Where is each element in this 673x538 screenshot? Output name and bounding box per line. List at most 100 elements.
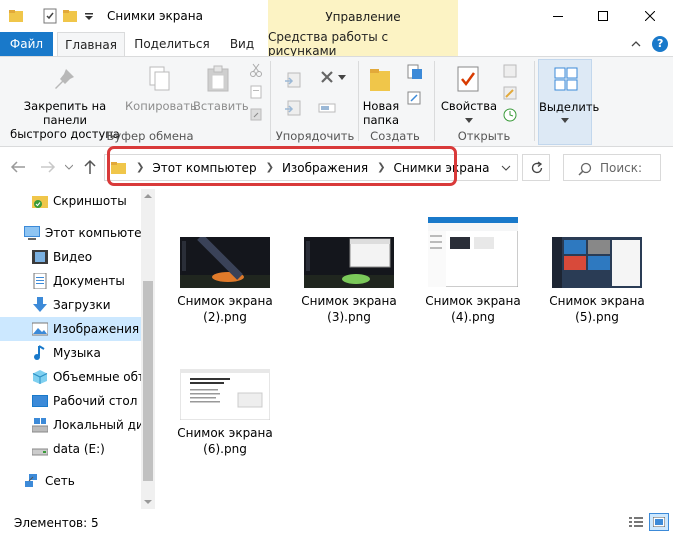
crumb-this-pc[interactable]: Этот компьютер	[152, 161, 256, 175]
title-bar: Снимки экрана Управление	[0, 0, 673, 32]
paste-button[interactable]: Вставить	[193, 99, 249, 113]
details-view-icon[interactable]	[628, 515, 644, 529]
file-name-line2: (4).png	[451, 310, 495, 324]
nav-item-data-drive[interactable]: data (E:)	[0, 437, 141, 461]
file-name-line1: Снимок экрана	[177, 294, 273, 308]
tab-picture-tools[interactable]: Средства работы с рисунками	[268, 30, 458, 58]
file-name: Снимок экрана (6).png	[165, 425, 285, 457]
nav-label: Рабочий стол	[53, 394, 138, 408]
customize-toolbar-icon[interactable]	[84, 8, 94, 24]
documents-icon	[33, 273, 47, 289]
history-icon[interactable]	[502, 107, 518, 123]
thumbnail-image	[304, 237, 394, 288]
local-disk-icon	[32, 418, 48, 433]
up-icon[interactable]	[83, 159, 97, 175]
nav-item-video[interactable]: Видео	[0, 245, 141, 269]
forward-icon[interactable]	[40, 160, 56, 174]
file-name-line2: (5).png	[575, 310, 619, 324]
nav-item-documents[interactable]: Документы	[0, 269, 141, 293]
move-to-icon[interactable]	[284, 71, 302, 89]
nav-scrollbar[interactable]	[141, 189, 155, 509]
file-item[interactable]: Снимок экрана (6).png	[165, 369, 285, 459]
manage-label: Управление	[325, 10, 401, 24]
search-input[interactable]: Поиск:	[563, 154, 661, 181]
cut-icon[interactable]	[249, 63, 263, 77]
folder-icon	[111, 161, 126, 174]
recent-locations-icon[interactable]	[65, 164, 73, 170]
file-list: Снимок экрана (2).png Снимок экрана (3).…	[155, 189, 673, 509]
nav-item-screenshots[interactable]: Скриншоты	[0, 189, 141, 213]
new-folder-icon	[370, 69, 390, 91]
nav-item-pictures[interactable]: Изображения	[0, 317, 141, 341]
ribbon-tabs: Файл Главная Поделиться Вид Средства раб…	[0, 30, 673, 58]
address-bar[interactable]: ❯ Этот компьютер ❯ Изображения ❯ Снимки …	[104, 154, 518, 181]
chevron-right-icon[interactable]: ❯	[136, 162, 144, 173]
file-item[interactable]: Снимок экрана (3).png	[289, 237, 409, 327]
rename-icon[interactable]	[318, 99, 336, 117]
pictures-icon	[32, 322, 48, 336]
select-button[interactable]: Выделить	[538, 59, 599, 145]
nav-item-music[interactable]: Музыка	[0, 341, 141, 365]
pin-label-line1: Закрепить на панели	[23, 99, 107, 127]
easy-access-icon[interactable]	[405, 89, 423, 107]
properties-quick-icon[interactable]	[42, 8, 58, 24]
close-icon	[645, 11, 655, 21]
help-icon: ?	[657, 37, 664, 50]
edit-icon[interactable]	[502, 85, 518, 101]
nav-label: Локальный дис	[53, 418, 141, 432]
nav-item-network[interactable]: Сеть	[0, 469, 141, 493]
tab-home[interactable]: Главная	[57, 32, 125, 56]
help-button[interactable]: ?	[652, 36, 668, 52]
chevron-right-icon[interactable]: ❯	[266, 162, 274, 173]
new-item-icon[interactable]	[405, 63, 423, 81]
file-name: Снимок экрана (5).png	[537, 293, 657, 325]
properties-icon	[457, 66, 479, 92]
file-name-line2: (2).png	[203, 310, 247, 324]
manage-contextual-header[interactable]: Управление	[268, 0, 458, 32]
scroll-thumb[interactable]	[143, 281, 153, 481]
tab-share[interactable]: Поделиться	[134, 32, 210, 56]
collapse-ribbon-icon[interactable]	[630, 38, 642, 50]
nav-item-downloads[interactable]: Загрузки	[0, 293, 141, 317]
nav-item-desktop[interactable]: Рабочий стол	[0, 389, 141, 413]
address-dropdown-icon[interactable]	[501, 165, 511, 171]
copy-to-icon[interactable]	[284, 99, 302, 117]
delete-dropdown-icon[interactable]	[338, 75, 346, 81]
delete-icon[interactable]	[319, 69, 335, 85]
properties-button[interactable]: Свойства	[438, 99, 500, 127]
video-icon	[32, 250, 48, 264]
file-item[interactable]: Снимок экрана (2).png	[165, 237, 285, 327]
copy-button[interactable]: Копировать	[125, 99, 197, 113]
maximize-icon	[598, 11, 608, 21]
tab-view[interactable]: Вид	[222, 32, 262, 56]
window-title: Снимки экрана	[107, 9, 203, 23]
file-item[interactable]: Снимок экрана (4).png	[413, 217, 533, 327]
chevron-right-icon[interactable]: ❯	[377, 162, 385, 173]
scroll-up-icon[interactable]	[144, 193, 152, 199]
nav-item-this-pc[interactable]: Этот компьютер	[0, 221, 141, 245]
large-icons-view-icon	[653, 517, 665, 527]
refresh-button[interactable]	[522, 154, 550, 181]
copy-path-icon[interactable]	[249, 85, 263, 99]
crumb-pictures[interactable]: Изображения	[282, 161, 368, 175]
tab-file[interactable]: Файл	[0, 32, 53, 56]
nav-label: Видео	[53, 250, 93, 264]
nav-item-local-disk[interactable]: Локальный дис	[0, 413, 141, 437]
maximize-button[interactable]	[585, 0, 621, 32]
new-folder-button[interactable]: Новая папка	[360, 99, 402, 127]
nav-item-3d-objects[interactable]: Объемные объ	[0, 365, 141, 389]
minimize-button[interactable]	[540, 0, 576, 32]
file-name-line2: (3).png	[327, 310, 371, 324]
folder-check-icon	[32, 196, 48, 208]
nav-label: Сеть	[45, 474, 75, 488]
scroll-down-icon[interactable]	[144, 499, 152, 505]
large-icons-view-button[interactable]	[649, 513, 669, 531]
open-icon[interactable]	[502, 63, 518, 79]
nav-label: Этот компьютер	[45, 226, 141, 240]
close-button[interactable]	[632, 0, 668, 32]
new-folder-quick-icon[interactable]	[62, 8, 78, 24]
back-icon[interactable]	[10, 160, 26, 174]
crumb-screenshots[interactable]: Снимки экрана	[393, 161, 489, 175]
paste-shortcut-icon[interactable]	[249, 107, 263, 121]
file-item[interactable]: Снимок экрана (5).png	[537, 237, 657, 327]
